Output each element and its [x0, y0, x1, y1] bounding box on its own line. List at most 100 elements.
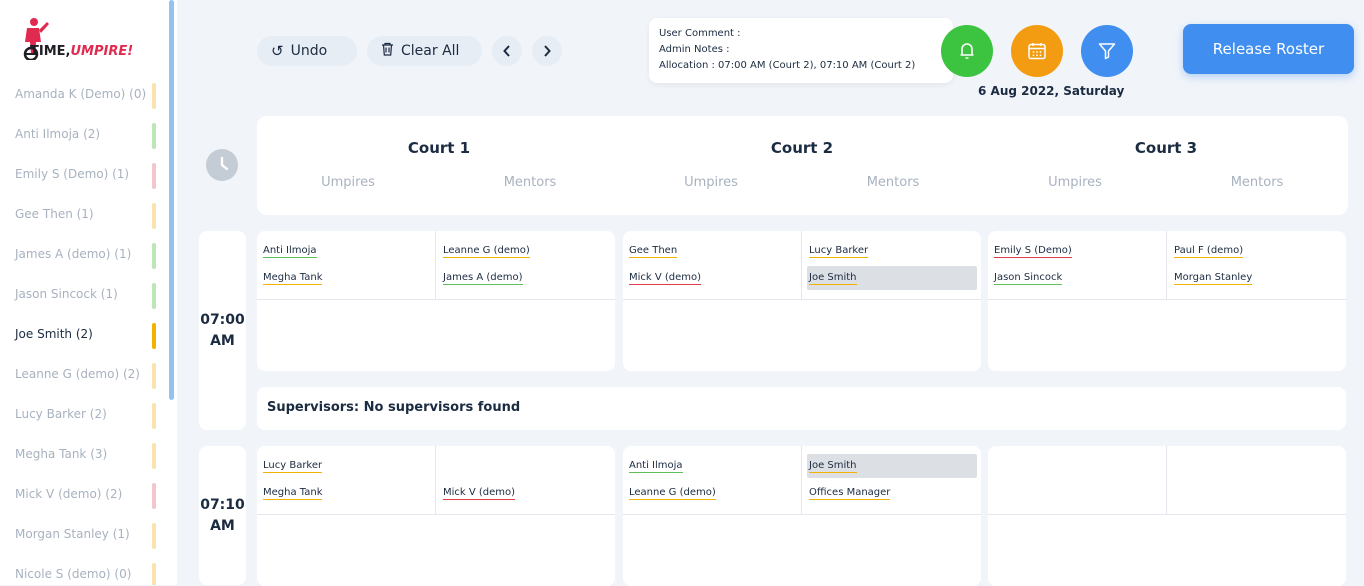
player-name: Amanda K (Demo) (0)	[15, 87, 147, 101]
umpire-slot[interactable]: Mick V (demo)	[627, 266, 797, 290]
umpire-slot[interactable]: Gee Then	[627, 239, 797, 263]
row-divider	[257, 514, 615, 515]
release-roster-button[interactable]: Release Roster	[1183, 24, 1354, 74]
player-status-bar	[152, 83, 156, 109]
assigned-person[interactable]: Paul F (demo)	[1174, 245, 1244, 258]
assigned-person[interactable]: James A (demo)	[443, 272, 523, 285]
mentor-slot[interactable]: Morgan Stanley	[1172, 266, 1342, 290]
assigned-person[interactable]: Megha Tank	[263, 272, 323, 285]
mentor-slot[interactable]	[1172, 454, 1342, 478]
column-divider	[435, 231, 436, 299]
mentor-slot[interactable]: Offices Manager	[807, 481, 977, 505]
next-day-button[interactable]	[532, 36, 562, 66]
assigned-person[interactable]: Leanne G (demo)	[629, 487, 716, 500]
umpire-slot[interactable]: Anti Ilmoja	[627, 454, 797, 478]
filter-button[interactable]	[1081, 25, 1133, 77]
row-divider	[623, 514, 981, 515]
mentor-slot[interactable]: Mick V (demo)	[441, 481, 611, 505]
assigned-person[interactable]: Joe Smith	[809, 272, 857, 285]
player-name: Leanne G (demo) (2)	[15, 367, 140, 381]
court-allocation-card[interactable]	[988, 446, 1346, 586]
mentor-slot[interactable]: Joe Smith	[807, 266, 977, 290]
app-logo[interactable]: TIME,UMPIRE!	[14, 16, 164, 66]
player-item[interactable]: Anti Ilmoja (2)	[0, 116, 167, 156]
court-allocation-card[interactable]: Anti Ilmoja Megha Tank Leanne G (demo) Jame…	[257, 231, 615, 371]
clear-all-button[interactable]: Clear All	[367, 36, 482, 66]
player-status-bar	[152, 283, 156, 309]
scroll-thumb[interactable]	[169, 0, 174, 400]
sidebar: TIME,UMPIRE! Amanda K (Demo) (0) Anti Ilm…	[0, 0, 167, 585]
time-period: AM	[210, 332, 235, 349]
player-item[interactable]: Lucy Barker (2)	[0, 396, 167, 436]
mentor-slot[interactable]: Joe Smith	[807, 454, 977, 478]
assigned-person[interactable]: Anti Ilmoja	[629, 460, 683, 473]
notification-button[interactable]	[941, 25, 993, 77]
time-slot-label: 07:00 AM	[199, 231, 246, 430]
player-item[interactable]: James A (demo) (1)	[0, 236, 167, 276]
player-item[interactable]: Mick V (demo) (2)	[0, 476, 167, 516]
mentor-slot[interactable]: James A (demo)	[441, 266, 611, 290]
assigned-person[interactable]: Gee Then	[629, 245, 678, 258]
mentor-slot[interactable]: Leanne G (demo)	[441, 239, 611, 263]
player-status-bar	[152, 363, 156, 389]
assigned-person[interactable]: Megha Tank	[263, 487, 323, 500]
mentor-slot[interactable]: Lucy Barker	[807, 239, 977, 263]
player-status-bar	[152, 323, 156, 349]
assigned-person[interactable]: Leanne G (demo)	[443, 245, 530, 258]
player-item[interactable]: Leanne G (demo) (2)	[0, 356, 167, 396]
player-item[interactable]: Nicole S (demo) (0)	[0, 556, 167, 585]
umpire-slot[interactable]	[992, 454, 1162, 478]
assigned-person[interactable]: Joe Smith	[809, 460, 857, 473]
umpire-slot[interactable]: Jason Sincock	[992, 266, 1162, 290]
assigned-person[interactable]: Anti Ilmoja	[263, 245, 317, 258]
admin-notes: Admin Notes :	[659, 44, 730, 55]
assigned-person[interactable]: Mick V (demo)	[629, 272, 702, 285]
player-item[interactable]: Amanda K (Demo) (0)	[0, 76, 167, 116]
assigned-person[interactable]: Jason Sincock	[994, 272, 1063, 285]
assigned-person[interactable]: Morgan Stanley	[1174, 272, 1253, 285]
current-date: 6 Aug 2022, Saturday	[978, 84, 1125, 98]
player-status-bar	[152, 523, 156, 549]
umpire-slot[interactable]: Leanne G (demo)	[627, 481, 797, 505]
player-item[interactable]: Joe Smith (2)	[0, 316, 167, 356]
umpire-slot[interactable]: Megha Tank	[261, 481, 431, 505]
assigned-person[interactable]: Lucy Barker	[263, 460, 323, 473]
assigned-person[interactable]: Offices Manager	[809, 487, 891, 500]
assigned-person[interactable]: Emily S (Demo)	[994, 245, 1072, 258]
sidebar-scrollbar[interactable]	[167, 0, 177, 585]
court-title: Court 2	[770, 139, 834, 157]
court-allocation-card[interactable]: Anti Ilmoja Leanne G (demo) Joe Smith Offic…	[623, 446, 981, 586]
time-period: AM	[210, 517, 235, 534]
calendar-button[interactable]	[1011, 25, 1063, 77]
player-item[interactable]: Megha Tank (3)	[0, 436, 167, 476]
player-item[interactable]: Emily S (Demo) (1)	[0, 156, 167, 196]
mentors-column-header: Mentors	[866, 175, 920, 190]
player-name: Joe Smith (2)	[15, 327, 93, 341]
assigned-person[interactable]: Lucy Barker	[809, 245, 869, 258]
player-name: Anti Ilmoja (2)	[15, 127, 101, 141]
umpire-slot[interactable]	[992, 481, 1162, 505]
assigned-person[interactable]: Mick V (demo)	[443, 487, 516, 500]
court-allocation-card[interactable]: Emily S (Demo) Jason Sincock Paul F (demo)…	[988, 231, 1346, 371]
row-divider	[988, 299, 1346, 300]
undo-button[interactable]: ↺ Undo	[257, 36, 357, 66]
clock-icon	[206, 149, 238, 181]
mentor-slot[interactable]	[1172, 481, 1342, 505]
mentor-slot[interactable]: Paul F (demo)	[1172, 239, 1342, 263]
court-allocation-card[interactable]: Gee Then Mick V (demo) Lucy Barker Joe Smit…	[623, 231, 981, 371]
court-allocation-card[interactable]: Lucy Barker Megha Tank Mick V (demo)	[257, 446, 615, 586]
umpire-slot[interactable]: Megha Tank	[261, 266, 431, 290]
player-item[interactable]: Jason Sincock (1)	[0, 276, 167, 316]
previous-day-button[interactable]	[492, 36, 522, 66]
umpire-slot[interactable]: Lucy Barker	[261, 454, 431, 478]
supervisors-bar: Supervisors: No supervisors found	[257, 387, 1346, 430]
player-item[interactable]: Gee Then (1)	[0, 196, 167, 236]
umpire-slot[interactable]: Anti Ilmoja	[261, 239, 431, 263]
court-title: Court 3	[1134, 139, 1198, 157]
mentor-slot[interactable]	[441, 454, 611, 478]
player-name: Gee Then (1)	[15, 207, 94, 221]
player-item[interactable]: Morgan Stanley (1)	[0, 516, 167, 556]
umpire-slot[interactable]: Emily S (Demo)	[992, 239, 1162, 263]
player-status-bar	[152, 123, 156, 149]
player-name: Nicole S (demo) (0)	[15, 567, 132, 581]
